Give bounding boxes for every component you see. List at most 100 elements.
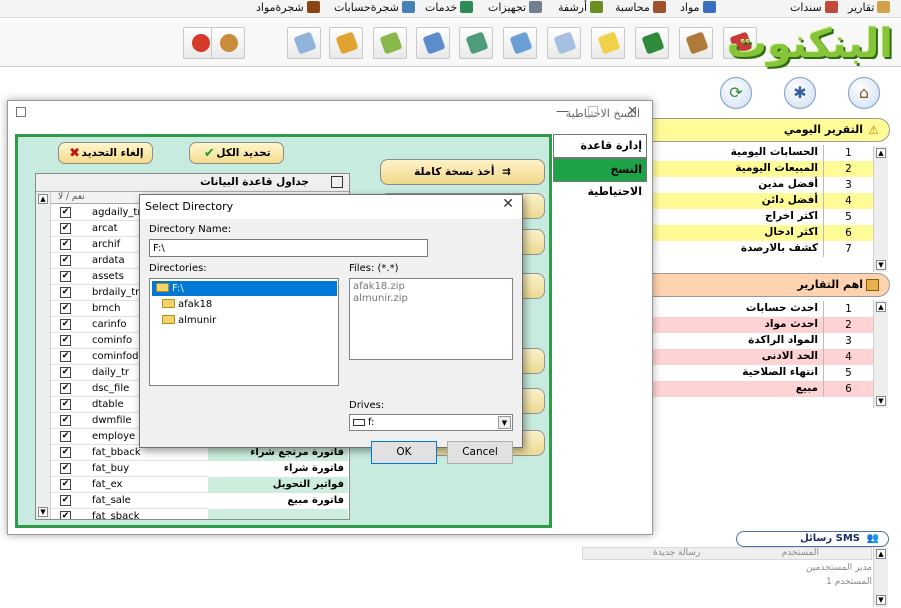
- drives-select[interactable]: f: ▼: [349, 414, 513, 431]
- documents-tool-button[interactable]: [503, 27, 537, 59]
- scroll-down-icon[interactable]: ▼: [876, 260, 886, 270]
- row-checkbox[interactable]: ✔: [60, 431, 71, 442]
- book-tool-button[interactable]: [635, 27, 669, 59]
- daily-report-row[interactable]: اكثر ادخال 6: [645, 225, 873, 241]
- menu-vouchers[interactable]: سندات: [790, 1, 838, 14]
- file-item[interactable]: almunir.zip: [353, 293, 408, 304]
- table-row[interactable]: ✔ fat_sback: [36, 509, 349, 519]
- row-checkbox[interactable]: ✔: [60, 415, 71, 426]
- scroll-up-icon[interactable]: ▲: [876, 148, 886, 158]
- directories-list[interactable]: F:\ afak18 almunir: [149, 278, 339, 386]
- row-checkbox[interactable]: ✔: [60, 367, 71, 378]
- row-checkbox[interactable]: ✔: [60, 495, 71, 506]
- scroll-up-icon[interactable]: ▲: [876, 302, 886, 312]
- row-checkbox[interactable]: ✔: [60, 399, 71, 410]
- menu-services[interactable]: خدمات: [425, 1, 474, 14]
- top-reports-scrollbar[interactable]: ▲ ▼: [873, 300, 888, 408]
- daily-report-row[interactable]: كشف بالارصدة 7: [645, 241, 873, 257]
- row-checkbox[interactable]: ✔: [60, 383, 71, 394]
- row-checkbox[interactable]: ✔: [60, 447, 71, 458]
- daily-report-row[interactable]: الحسابات اليومية 1: [645, 145, 873, 161]
- sms-row[interactable]: المستخدم 1: [780, 577, 872, 587]
- ok-button[interactable]: OK: [371, 441, 437, 464]
- tab-db-admin[interactable]: إدارة قاعدة البيانات: [553, 134, 647, 174]
- cancel-selection-button[interactable]: ✖ إلغاء التحديد: [58, 142, 153, 164]
- row-checkbox[interactable]: ✔: [60, 351, 71, 362]
- row-checkbox[interactable]: ✔: [60, 463, 71, 474]
- row-checkbox[interactable]: ✔: [60, 271, 71, 282]
- table-row[interactable]: ✔ fat_buy فاتورة شراء: [36, 461, 349, 477]
- sms-row[interactable]: مدير المستخدمين: [780, 563, 872, 573]
- users-tool-button[interactable]: [211, 27, 245, 59]
- files-list[interactable]: afak18.zip almunir.zip: [349, 278, 513, 360]
- grid-scrollbar[interactable]: ▲ ▼: [36, 192, 51, 519]
- tab-backups[interactable]: النسخ الاحتياطية: [553, 158, 647, 198]
- file-item[interactable]: afak18.zip: [353, 281, 405, 292]
- scroll-down-icon[interactable]: ▼: [876, 396, 886, 406]
- scroll-up-icon[interactable]: ▲: [38, 194, 48, 204]
- table-description: فواتير التحويل: [208, 477, 348, 493]
- maximize-icon[interactable]: [588, 106, 598, 116]
- daily-report-row[interactable]: أفضل دائن 4: [645, 193, 873, 209]
- top-report-row[interactable]: مبيع 6: [645, 381, 873, 397]
- daily-report-row[interactable]: أفضل مدين 3: [645, 177, 873, 193]
- directory-item[interactable]: afak18: [162, 297, 212, 312]
- row-checkbox[interactable]: ✔: [60, 511, 71, 519]
- directory-item[interactable]: F:\: [152, 281, 337, 296]
- scroll-down-icon[interactable]: ▼: [38, 507, 48, 517]
- menu-items-tree[interactable]: شجرةمواد: [256, 1, 320, 14]
- pen-tool-button[interactable]: [416, 27, 450, 59]
- row-checkbox[interactable]: ✔: [60, 239, 71, 250]
- select-all-button[interactable]: ✔ تحديد الكل: [189, 142, 284, 164]
- table-row[interactable]: ✔ fat_sale فاتورة مبيع: [36, 493, 349, 509]
- sms-scrollbar[interactable]: ▲ ▼: [873, 547, 888, 607]
- daily-report-row[interactable]: اكثر اخراج 5: [645, 209, 873, 225]
- scroll-down-icon[interactable]: ▼: [876, 595, 886, 605]
- top-report-row[interactable]: المواد الراكدة 3: [645, 333, 873, 349]
- search-tool-button[interactable]: [287, 27, 321, 59]
- row-checkbox[interactable]: ✔: [60, 207, 71, 218]
- menu-archive[interactable]: أرشفة: [558, 1, 604, 14]
- row-checkbox[interactable]: ✔: [60, 223, 71, 234]
- menu-accounting[interactable]: محاسبة: [615, 1, 666, 14]
- tags-tool-button[interactable]: [591, 27, 625, 59]
- row-checkbox[interactable]: ✔: [60, 335, 71, 346]
- notes-tool-button[interactable]: [547, 27, 581, 59]
- scale-tool-button[interactable]: [679, 27, 713, 59]
- money-tool-button[interactable]: [373, 27, 407, 59]
- cards-tool-button[interactable]: [459, 27, 493, 59]
- chevron-down-icon[interactable]: ▼: [498, 416, 511, 429]
- scroll-up-icon[interactable]: ▲: [876, 549, 886, 559]
- minimize-icon[interactable]: —: [556, 104, 569, 119]
- home-button[interactable]: ⌂: [848, 77, 880, 109]
- close-icon[interactable]: ✕: [627, 104, 638, 119]
- table-row[interactable]: ✔ fat_ex فواتير التحويل: [36, 477, 349, 493]
- row-checkbox[interactable]: ✔: [60, 319, 71, 330]
- settings-button[interactable]: ✱: [784, 77, 816, 109]
- full-backup-button[interactable]: أخذ نسخة كاملة ⇉: [380, 159, 545, 185]
- top-report-row[interactable]: انتهاء الصلاحية 5: [645, 365, 873, 381]
- menu-items[interactable]: مواد: [680, 1, 716, 14]
- row-checkbox[interactable]: ✔: [60, 479, 71, 490]
- close-icon[interactable]: ✕: [502, 196, 514, 212]
- daily-report-row[interactable]: المبيعات اليومية 2: [645, 161, 873, 177]
- row-checkbox[interactable]: ✔: [60, 303, 71, 314]
- menu-equipment[interactable]: تجهيزات: [488, 1, 543, 14]
- top-report-row[interactable]: الحد الادنى 4: [645, 349, 873, 365]
- top-report-row[interactable]: احدث حسابات 1: [645, 301, 873, 317]
- daily-report-header[interactable]: التقرير اليومي ⚠: [645, 118, 890, 142]
- directory-item[interactable]: almunir: [162, 313, 216, 328]
- menu-reports[interactable]: تقارير: [848, 1, 891, 14]
- top-report-row[interactable]: احدث مواد 2: [645, 317, 873, 333]
- daily-report-scrollbar[interactable]: ▲ ▼: [873, 146, 888, 272]
- row-checkbox[interactable]: ✔: [60, 255, 71, 266]
- bars-tool-button[interactable]: [329, 27, 363, 59]
- row-checkbox[interactable]: ✔: [60, 287, 71, 298]
- menu-accounts-tree[interactable]: شجرةحسابات: [334, 1, 415, 14]
- grid-toggle-icon[interactable]: [331, 176, 343, 188]
- sms-header[interactable]: رسائل SMS 👥: [736, 531, 889, 547]
- refresh-button[interactable]: ⟳: [720, 77, 752, 109]
- top-reports-header[interactable]: اهم التقارير: [645, 273, 890, 297]
- directory-name-input[interactable]: [149, 239, 428, 257]
- cancel-button[interactable]: Cancel: [447, 441, 513, 464]
